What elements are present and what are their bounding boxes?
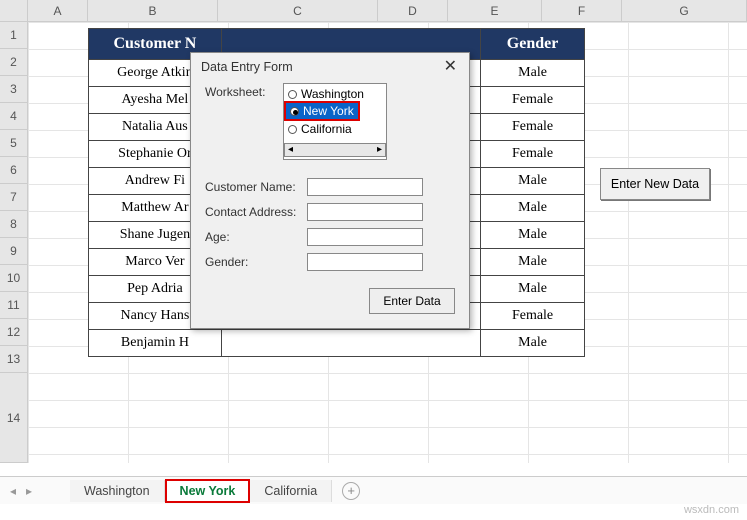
listbox-item-newyork[interactable]: New York [286,103,358,119]
column-headers: A B C D E F G [0,0,747,22]
dialog-title: Data Entry Form [201,60,293,74]
row-header[interactable]: 11 [0,292,28,319]
add-sheet-icon[interactable]: + [342,482,360,500]
row-header[interactable]: 10 [0,265,28,292]
row-headers: 1 2 3 4 5 6 7 8 9 10 11 12 13 14 [0,22,28,463]
worksheet-label: Worksheet: [205,83,271,160]
customer-name-input[interactable] [307,178,423,196]
customer-name-label: Customer Name: [205,180,301,194]
radio-icon [288,90,297,99]
tab-washington[interactable]: Washington [70,480,165,502]
col-header-F[interactable]: F [542,0,622,21]
tab-newyork[interactable]: New York [165,479,251,503]
row-header[interactable]: 1 [0,22,28,49]
row-header[interactable]: 4 [0,103,28,130]
col-header-D[interactable]: D [378,0,448,21]
listbox-scrollbar[interactable]: ◂ ▸ [284,143,386,157]
row-header[interactable]: 8 [0,211,28,238]
col-header-B[interactable]: B [88,0,218,21]
th-gender: Gender [481,29,585,60]
enter-new-data-button[interactable]: Enter New Data [600,168,710,200]
sheet-tab-strip: ◂ ▸ Washington New York California + [0,476,747,504]
col-header-C[interactable]: C [218,0,378,21]
age-input[interactable] [307,228,423,246]
tab-california[interactable]: California [250,480,332,502]
row-header[interactable]: 9 [0,238,28,265]
row-header[interactable]: 3 [0,76,28,103]
row-header[interactable]: 5 [0,130,28,157]
col-header-A[interactable]: A [28,0,88,21]
gender-label: Gender: [205,255,301,269]
tab-nav-prev-icon[interactable]: ◂ [10,484,16,498]
scroll-left-icon[interactable]: ◂ [285,144,296,156]
col-header-G[interactable]: G [622,0,747,21]
contact-address-input[interactable] [307,203,423,221]
contact-address-label: Contact Address: [205,205,301,219]
radio-icon [290,107,299,116]
data-entry-dialog: Data Entry Form ✕ Worksheet: Washington … [190,52,470,329]
table-row: Benjamin HMale [89,330,585,357]
tab-nav-next-icon[interactable]: ▸ [26,484,32,498]
age-label: Age: [205,230,301,244]
row-header[interactable]: 13 [0,346,28,373]
worksheet-listbox[interactable]: Washington New York California ◂ [283,83,387,160]
row-header[interactable]: 14 [0,373,28,463]
scroll-right-icon[interactable]: ▸ [374,144,385,156]
row-header[interactable]: 12 [0,319,28,346]
row-header[interactable]: 7 [0,184,28,211]
col-header-E[interactable]: E [448,0,542,21]
enter-data-button[interactable]: Enter Data [369,288,455,314]
listbox-item-washington[interactable]: Washington [284,86,386,102]
close-icon[interactable]: ✕ [440,59,461,75]
watermark: wsxdn.com [684,504,739,516]
listbox-item-california[interactable]: California [284,121,386,137]
row-header[interactable]: 6 [0,157,28,184]
select-all-corner[interactable] [0,0,28,21]
row-header[interactable]: 2 [0,49,28,76]
gender-input[interactable] [307,253,423,271]
radio-icon [288,125,297,134]
